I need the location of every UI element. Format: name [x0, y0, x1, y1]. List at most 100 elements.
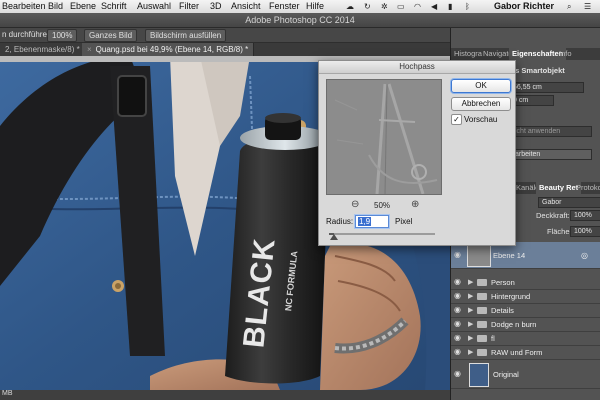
tab-protokoll[interactable]: Protokoll — [573, 182, 600, 194]
layer-name[interactable]: Original — [493, 370, 519, 379]
mac-menu-bar: Bearbeiten Bild Ebene Schrift Auswahl Fi… — [0, 0, 600, 14]
smart-filter-icon[interactable]: ◎ — [581, 251, 588, 260]
fill-field[interactable]: 100% — [570, 226, 600, 237]
tab-info[interactable]: Info — [556, 48, 575, 60]
display-icon[interactable]: ▭ — [397, 2, 405, 11]
menu-item-3d[interactable]: 3D — [210, 1, 222, 11]
properties-tabs: Histogra Navigato Eigenschaften Info — [451, 48, 600, 60]
radius-value[interactable]: 1,9 — [358, 217, 372, 226]
status-text: MB — [2, 390, 13, 397]
filter-preview[interactable] — [326, 79, 442, 195]
layer-name[interactable]: Hintergrund — [491, 292, 530, 301]
radius-input[interactable]: 1,9 — [355, 215, 389, 228]
radius-slider-thumb[interactable] — [330, 234, 339, 240]
layer-name[interactable]: Person — [491, 278, 515, 287]
preview-checkbox[interactable]: ✓ — [451, 114, 462, 125]
apply-to-all-label[interactable]: n durchführen — [2, 30, 51, 39]
layer-row[interactable]: ◉ ▶ fl — [451, 332, 600, 346]
width-field[interactable]: 56,55 cm — [509, 82, 584, 93]
preview-zoom-value: 50% — [374, 201, 391, 210]
eye-icon[interactable]: ◉ — [454, 306, 464, 314]
menu-item-filter[interactable]: Filter — [179, 1, 199, 11]
document-tab-active[interactable]: × Quang.psd bei 49,9% (Ebene 14, RGB/8) * — [82, 43, 255, 56]
properties-title: es Smartobjekt — [511, 66, 565, 75]
radius-slider-track[interactable] — [329, 233, 435, 240]
zoom-in-icon[interactable]: ⊕ — [411, 199, 419, 210]
menu-item-fenster[interactable]: Fenster — [269, 1, 300, 11]
layer-name[interactable]: Dodge n burn — [491, 320, 536, 329]
layer-row[interactable]: ◉ ▶ RAW und Form — [451, 346, 600, 360]
eye-icon[interactable]: ◉ — [454, 278, 464, 286]
expand-arrow-icon[interactable]: ▶ — [468, 320, 473, 328]
opacity-label: Deckkraft: — [536, 211, 570, 220]
eye-icon[interactable]: ◉ — [454, 370, 464, 378]
creative-cloud-icon[interactable]: ☁ — [346, 2, 354, 11]
expand-arrow-icon[interactable]: ▶ — [468, 306, 473, 314]
search-icon[interactable]: ⌕ — [567, 2, 571, 12]
menu-item-bild[interactable]: Bild — [48, 1, 63, 11]
layer-thumbnail — [467, 245, 491, 267]
status-bar: MB — [0, 390, 450, 400]
opacity-field[interactable]: 100% — [570, 210, 600, 221]
preview-checkbox-label[interactable]: Vorschau — [464, 115, 497, 124]
menu-item-auswahl[interactable]: Auswahl — [137, 1, 171, 11]
preview-image — [327, 80, 441, 194]
volume-icon[interactable]: ◀ — [431, 2, 437, 11]
folder-icon — [477, 335, 487, 342]
folder-icon — [477, 279, 487, 286]
cancel-button[interactable]: Abbrechen — [451, 97, 511, 111]
edit-content-button[interactable]: arbeiten — [511, 149, 592, 160]
radius-unit-label: Pixel — [395, 217, 413, 226]
folder-icon — [477, 293, 487, 300]
ok-button[interactable]: OK — [451, 79, 511, 93]
options-bar: n durchführen 100% Ganzes Bild Bildschir… — [0, 28, 450, 43]
expand-arrow-icon[interactable]: ▶ — [468, 292, 473, 300]
expand-arrow-icon[interactable]: ▶ — [468, 278, 473, 286]
folder-icon — [477, 307, 487, 314]
app-title: Adobe Photoshop CC 2014 — [245, 15, 355, 25]
layer-row-selected[interactable]: ◉ Ebene 14 ◎ — [451, 242, 600, 269]
layer-filter-field[interactable]: Gabor — [538, 197, 600, 208]
menu-item-bearbeiten[interactable]: Bearbeiten — [2, 1, 46, 11]
layer-row[interactable]: ◉ ▶ Dodge n burn — [451, 318, 600, 332]
dialog-title: Hochpass — [319, 61, 515, 74]
document-tabs: 2, Ebenenmaske/8) * × Quang.psd bei 49,9%… — [0, 43, 450, 56]
fill-label: Fläche: — [547, 227, 572, 236]
battery-icon[interactable]: ▮ — [448, 2, 452, 11]
eye-icon[interactable]: ◉ — [454, 320, 464, 328]
gear-icon[interactable]: ✲ — [381, 2, 388, 11]
menu-item-ebene[interactable]: Ebene — [70, 1, 96, 11]
layer-name[interactable]: RAW und Form — [491, 348, 542, 357]
wifi-icon[interactable]: ◠ — [414, 2, 421, 11]
zoom-100-button[interactable]: 100% — [47, 29, 78, 42]
menu-item-ansicht[interactable]: Ansicht — [231, 1, 261, 11]
layer-name[interactable]: Ebene 14 — [493, 251, 525, 260]
bluetooth-icon[interactable]: ᛒ — [465, 2, 470, 11]
layer-thumbnail — [469, 363, 489, 387]
layer-row[interactable]: ◉ Original — [451, 360, 600, 389]
expand-arrow-icon[interactable]: ▶ — [468, 334, 473, 342]
eye-icon[interactable]: ◉ — [454, 334, 464, 342]
can-label: BLACK NC FORMULA — [237, 216, 313, 376]
layer-name[interactable]: fl — [491, 334, 495, 343]
can-brand-text: BLACK — [237, 236, 282, 350]
menu-item-hilfe[interactable]: Hilfe — [306, 1, 324, 11]
eye-icon[interactable]: ◉ — [454, 251, 464, 259]
zoom-out-icon[interactable]: ⊖ — [351, 199, 359, 210]
eye-icon[interactable]: ◉ — [454, 348, 464, 356]
user-name[interactable]: Gabor Richter — [494, 1, 554, 11]
eye-icon[interactable]: ◉ — [454, 292, 464, 300]
close-icon[interactable]: × — [87, 45, 92, 54]
expand-arrow-icon[interactable]: ▶ — [468, 348, 473, 356]
layer-row[interactable]: ◉ ▶ Person — [451, 276, 600, 290]
menu-item-schrift[interactable]: Schrift — [101, 1, 127, 11]
notification-list-icon[interactable]: ☰ — [584, 2, 591, 11]
fit-screen-button[interactable]: Ganzes Bild — [84, 29, 138, 42]
layer-row[interactable]: ◉ ▶ Details — [451, 304, 600, 318]
fill-screen-button[interactable]: Bildschirm ausfüllen — [145, 29, 227, 42]
layer-name[interactable]: Details — [491, 306, 514, 315]
sync-icon[interactable]: ↻ — [364, 2, 371, 11]
document-tab[interactable]: 2, Ebenenmaske/8) * — [0, 43, 86, 56]
layer-row[interactable]: ◉ ▶ Hintergrund — [451, 290, 600, 304]
apply-dropdown[interactable]: icht anwenden — [511, 126, 592, 137]
